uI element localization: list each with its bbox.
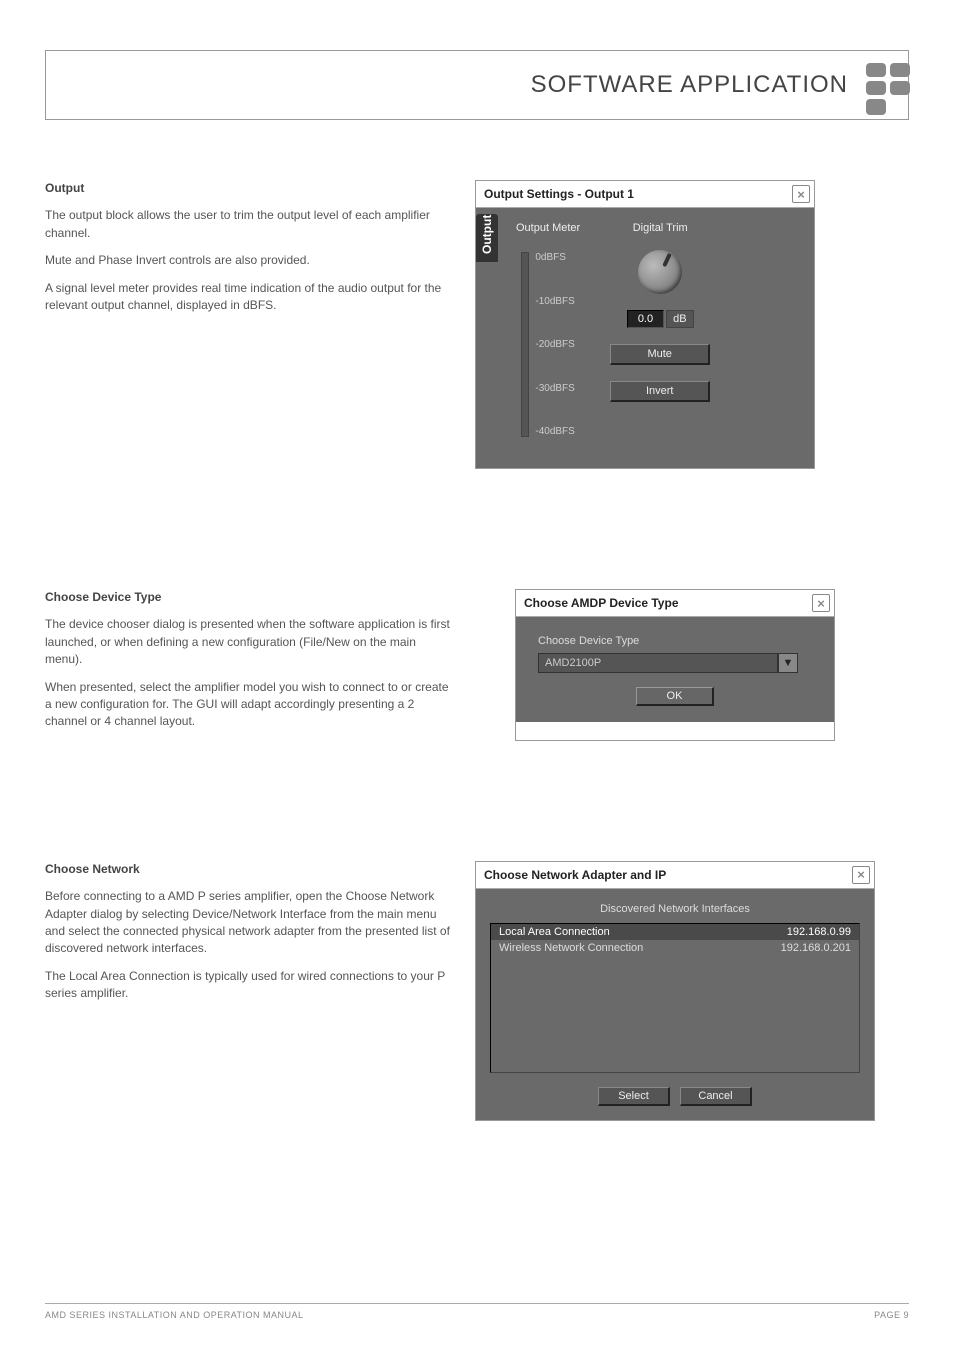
dialog-titlebar: Choose AMDP Device Type × <box>516 590 834 617</box>
trim-value: 0.0 <box>627 310 664 328</box>
meter-tick: -40dBFS <box>535 426 574 437</box>
section-heading-output: Output <box>45 180 455 197</box>
meter-scale: 0dBFS -10dBFS -20dBFS -30dBFS -40dBFS <box>535 252 574 437</box>
chevron-down-icon[interactable]: ▼ <box>778 653 798 673</box>
device-type-select[interactable]: AMD2100P ▼ <box>538 653 798 673</box>
body-text: A signal level meter provides real time … <box>45 280 455 315</box>
trim-readout: 0.0 dB <box>627 310 694 328</box>
section-heading-device: Choose Device Type <box>45 589 455 606</box>
close-icon[interactable]: × <box>852 866 870 884</box>
dialog-title: Output Settings - Output 1 <box>484 187 634 201</box>
mute-button[interactable]: Mute <box>610 344 710 365</box>
level-meter-bar <box>521 252 529 437</box>
meter-tick: -20dBFS <box>535 339 574 350</box>
interface-name: Local Area Connection <box>499 926 610 938</box>
page-title: SOFTWARE APPLICATION <box>531 71 848 99</box>
select-button[interactable]: Select <box>598 1087 670 1106</box>
trim-knob[interactable] <box>638 250 682 294</box>
digital-trim-label: Digital Trim <box>633 222 688 234</box>
close-icon[interactable]: × <box>792 185 810 203</box>
section-heading-network: Choose Network <box>45 861 455 878</box>
meter-tick: -10dBFS <box>535 296 574 307</box>
dialog-titlebar: Choose Network Adapter and IP × <box>476 862 874 889</box>
footer-left: AMD SERIES INSTALLATION AND OPERATION MA… <box>45 1310 304 1320</box>
network-list-label: Discovered Network Interfaces <box>490 903 860 915</box>
body-text: The Local Area Connection is typically u… <box>45 968 455 1003</box>
list-item[interactable]: Local Area Connection 192.168.0.99 <box>491 924 859 940</box>
list-item[interactable]: Wireless Network Connection 192.168.0.20… <box>491 940 859 956</box>
header-logo-dots <box>866 63 910 115</box>
page-footer: AMD SERIES INSTALLATION AND OPERATION MA… <box>45 1303 909 1320</box>
body-text: The output block allows the user to trim… <box>45 207 455 242</box>
meter-tick: 0dBFS <box>535 252 574 263</box>
output-tab[interactable]: Output <box>476 208 498 468</box>
body-text: Before connecting to a AMD P series ampl… <box>45 888 455 958</box>
ok-button[interactable]: OK <box>636 687 714 706</box>
cancel-button[interactable]: Cancel <box>680 1087 752 1106</box>
interface-ip: 192.168.0.99 <box>787 926 851 938</box>
output-meter: 0dBFS -10dBFS -20dBFS -30dBFS -40dBFS <box>521 252 574 437</box>
dialog-title: Choose Network Adapter and IP <box>484 868 666 882</box>
network-interface-list[interactable]: Local Area Connection 192.168.0.99 Wirel… <box>490 923 860 1073</box>
interface-name: Wireless Network Connection <box>499 942 643 954</box>
dialog-titlebar: Output Settings - Output 1 × <box>476 181 814 208</box>
choose-device-dialog: Choose AMDP Device Type × Choose Device … <box>515 589 835 741</box>
output-meter-label: Output Meter <box>516 222 580 234</box>
output-settings-dialog: Output Settings - Output 1 × Output Outp… <box>475 180 815 469</box>
invert-button[interactable]: Invert <box>610 381 710 402</box>
body-text: The device chooser dialog is presented w… <box>45 616 455 668</box>
close-icon[interactable]: × <box>812 594 830 612</box>
choose-network-dialog: Choose Network Adapter and IP × Discover… <box>475 861 875 1121</box>
dialog-title: Choose AMDP Device Type <box>524 596 679 610</box>
device-type-label: Choose Device Type <box>538 635 812 647</box>
trim-unit: dB <box>666 310 693 328</box>
body-text: When presented, select the amplifier mod… <box>45 679 455 731</box>
header-band: SOFTWARE APPLICATION <box>45 50 909 120</box>
meter-tick: -30dBFS <box>535 383 574 394</box>
body-text: Mute and Phase Invert controls are also … <box>45 252 455 269</box>
footer-right: PAGE 9 <box>874 1310 909 1320</box>
interface-ip: 192.168.0.201 <box>781 942 851 954</box>
select-value: AMD2100P <box>538 653 778 673</box>
